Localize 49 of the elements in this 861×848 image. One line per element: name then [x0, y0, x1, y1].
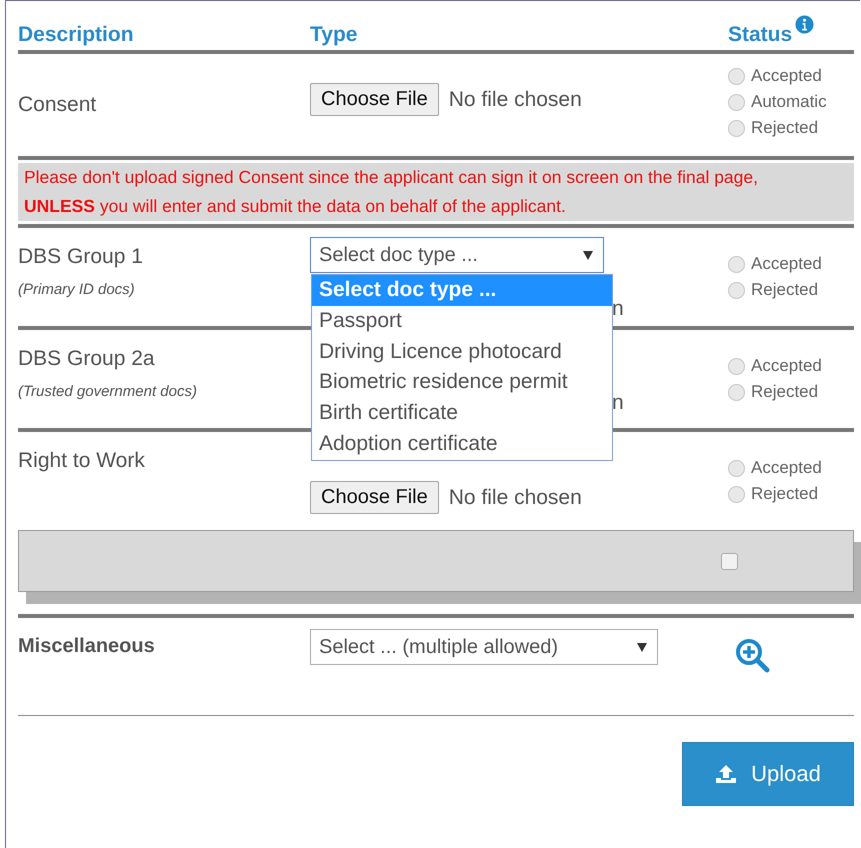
zoom-in-icon[interactable] [734, 637, 772, 675]
file-status: n [612, 297, 624, 320]
radio-label: Rejected [751, 280, 818, 300]
radio-label: Accepted [751, 254, 822, 274]
dropdown-option[interactable]: Passport [312, 306, 612, 337]
caret-icon [637, 642, 647, 652]
radio-button[interactable] [728, 358, 745, 374]
column-header: Description [18, 23, 135, 47]
radio-button[interactable] [728, 282, 745, 298]
caret-icon [583, 250, 593, 260]
radio-button[interactable] [728, 460, 745, 476]
file-status: n [612, 391, 624, 414]
info-icon[interactable] [795, 15, 814, 34]
radio-button[interactable] [728, 256, 745, 272]
radio-button[interactable] [728, 68, 745, 84]
upload-icon [715, 764, 738, 784]
radio-label: Accepted [751, 356, 822, 376]
dropdown-option[interactable]: Birth certificate [312, 398, 612, 429]
row-note: (Trusted government docs) [18, 383, 198, 400]
dropdown-option[interactable]: Biometric residence permit [312, 367, 612, 398]
row-note: (Primary ID docs) [18, 281, 136, 298]
radio-button[interactable] [728, 486, 745, 502]
choose-file-button[interactable]: Choose File [310, 83, 439, 116]
row-label: Right to Work [18, 449, 146, 473]
radio-label: Rejected [751, 484, 818, 504]
row-label: Consent [18, 93, 98, 117]
row-label: DBS Group 1 [18, 245, 144, 269]
choose-file-button[interactable]: Choose File [310, 481, 439, 514]
upload-button[interactable]: Upload [682, 742, 854, 806]
row-label: Miscellaneous [18, 634, 156, 658]
radio-button[interactable] [728, 94, 745, 110]
radio-label: Accepted [751, 458, 822, 478]
misc-select[interactable]: Select ... (multiple allowed) [310, 629, 658, 665]
radio-label: Rejected [751, 382, 818, 402]
radio-label: Accepted [751, 66, 822, 86]
row-label: DBS Group 2a [18, 347, 156, 371]
column-header: Status [728, 23, 792, 47]
dropdown-option[interactable]: Driving Licence photocard [312, 336, 612, 368]
radio-button[interactable] [728, 384, 745, 400]
warning-notice: Please don't upload signed Consent since the applicant can sign it on screen on the final page, UNLESS you will enter and submit the data on behalf of the applicant. [18, 163, 854, 221]
radio-button[interactable] [728, 120, 745, 136]
file-status: No file chosen [448, 486, 582, 510]
radio-label: Rejected [751, 118, 818, 138]
dropdown-option[interactable]: Adoption certificate [312, 428, 612, 460]
column-header: Type [310, 23, 358, 47]
checkbox[interactable] [721, 552, 738, 570]
radio-label: Automatic [751, 92, 827, 112]
doc-type-select[interactable]: Select doc type ... [310, 237, 604, 273]
file-status: No file chosen [448, 88, 582, 112]
